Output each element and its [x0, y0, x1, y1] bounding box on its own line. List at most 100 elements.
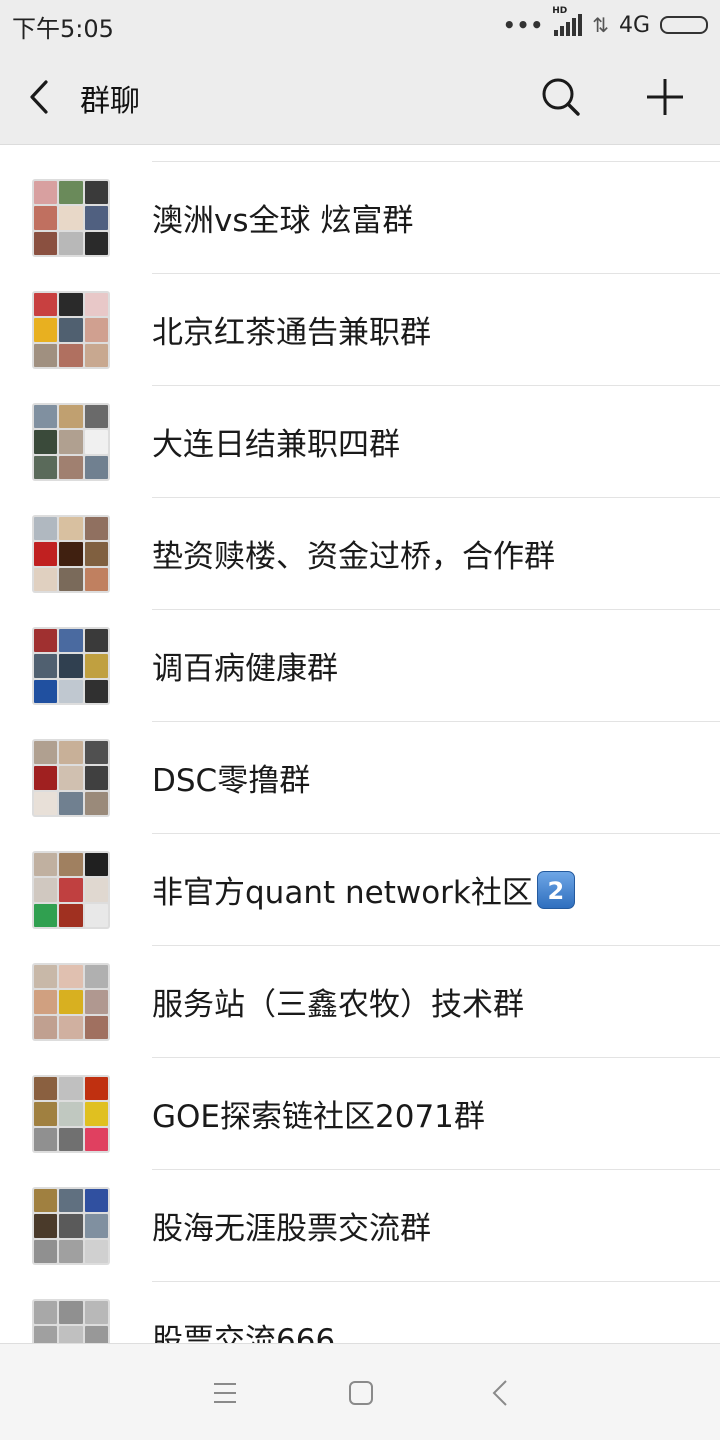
member-avatar-thumb	[34, 343, 58, 367]
group-list-item[interactable]: GOE探索链社区2071群	[0, 1058, 720, 1170]
member-avatar-thumb	[34, 206, 58, 230]
member-avatar-thumb	[84, 1189, 108, 1213]
member-avatar-thumb	[59, 766, 83, 790]
more-notifications-icon: •••	[502, 13, 545, 37]
group-avatar	[32, 963, 110, 1041]
member-avatar-thumb	[34, 853, 58, 877]
group-name: 股票交流666	[152, 1315, 335, 1343]
group-name: 垫资赎楼、资金过桥，合作群	[152, 531, 555, 576]
member-avatar-thumb	[59, 654, 83, 678]
member-avatar-thumb	[59, 965, 83, 989]
member-avatar-thumb	[84, 181, 108, 205]
member-avatar-thumb	[84, 766, 108, 790]
member-avatar-thumb	[59, 679, 83, 703]
group-name: 澳洲vs全球 炫富群	[152, 195, 413, 240]
group-avatar	[32, 627, 110, 705]
system-back-button[interactable]	[488, 1378, 512, 1408]
member-avatar-thumb	[59, 878, 83, 902]
member-avatar-thumb	[84, 293, 108, 317]
group-list-item[interactable]	[0, 145, 720, 162]
battery-icon	[660, 16, 708, 34]
group-avatar	[32, 851, 110, 929]
add-button[interactable]	[640, 72, 690, 122]
member-avatar-thumb	[59, 903, 83, 927]
group-list-item[interactable]: 大连日结兼职四群	[0, 386, 720, 498]
member-avatar-thumb	[34, 542, 58, 566]
group-list-item[interactable]: 调百病健康群	[0, 610, 720, 722]
member-avatar-thumb	[84, 405, 108, 429]
group-list-item[interactable]: 北京红茶通告兼职群	[0, 274, 720, 386]
group-chat-list[interactable]: 澳洲vs全球 炫富群 北京红茶通告兼职群大连日结兼职四群垫资赎楼、资金过桥，合作群…	[0, 145, 720, 1343]
group-name: GOE探索链社区2071群	[152, 1091, 485, 1136]
page-title: 群聊	[80, 84, 140, 119]
member-avatar-thumb	[34, 629, 58, 653]
group-name-label: DSC零撸群	[152, 763, 311, 799]
member-avatar-thumb	[59, 1214, 83, 1238]
member-avatar-thumb	[84, 853, 108, 877]
member-avatar-thumb	[84, 878, 108, 902]
group-name: 股海无涯股票交流群	[152, 1203, 431, 1248]
member-avatar-thumb	[84, 1326, 108, 1343]
back-button[interactable]	[20, 72, 60, 122]
group-name: 服务站（三鑫农牧）技术群	[152, 979, 524, 1024]
member-avatar-thumb	[59, 1189, 83, 1213]
member-avatar-thumb	[84, 567, 108, 591]
search-button[interactable]	[536, 72, 586, 122]
member-avatar-thumb	[34, 1127, 58, 1151]
member-avatar-thumb	[84, 629, 108, 653]
member-avatar-thumb	[84, 1077, 108, 1101]
recent-apps-button[interactable]	[210, 1380, 240, 1406]
group-name-label: 垫资赎楼、资金过桥，合作群	[152, 539, 555, 575]
group-name-label: 非官方quant network社区	[152, 875, 533, 911]
group-name-label: 大连日结兼职四群	[152, 427, 400, 463]
group-list-item[interactable]: 股票交流666	[0, 1282, 720, 1343]
member-avatar-thumb	[84, 1214, 108, 1238]
member-avatar-thumb	[84, 741, 108, 765]
system-nav-bar	[0, 1343, 720, 1440]
member-avatar-thumb	[34, 293, 58, 317]
member-avatar-thumb	[34, 654, 58, 678]
group-chat-list-inner: 澳洲vs全球 炫富群 北京红茶通告兼职群大连日结兼职四群垫资赎楼、资金过桥，合作群…	[0, 145, 720, 1343]
group-avatar	[32, 515, 110, 593]
unread-count-badge: 2	[536, 870, 575, 909]
back-triangle-icon	[492, 1380, 507, 1406]
member-avatar-thumb	[59, 1102, 83, 1126]
member-avatar-thumb	[34, 1326, 58, 1343]
member-avatar-thumb	[59, 343, 83, 367]
member-avatar-thumb	[59, 293, 83, 317]
member-avatar-thumb	[34, 903, 58, 927]
status-time: 下午5:05	[12, 15, 114, 43]
member-avatar-thumb	[59, 1239, 83, 1263]
home-icon	[349, 1381, 373, 1405]
group-list-item[interactable]: 非官方quant network社区 2	[0, 834, 720, 946]
chevron-left-icon	[30, 80, 48, 114]
group-list-item[interactable]: 服务站（三鑫农牧）技术群	[0, 946, 720, 1058]
member-avatar-thumb	[34, 181, 58, 205]
group-list-item[interactable]: 股海无涯股票交流群	[0, 1170, 720, 1282]
menu-icon	[214, 1383, 236, 1403]
member-avatar-thumb	[34, 567, 58, 591]
member-avatar-thumb	[34, 1015, 58, 1039]
group-name: 调百病健康群	[152, 643, 338, 688]
group-name: 非官方quant network社区 2	[152, 867, 575, 912]
status-icons: ••• HD ⇅ 4G	[502, 6, 708, 42]
member-avatar-thumb	[34, 1077, 58, 1101]
group-list-item[interactable]: 垫资赎楼、资金过桥，合作群	[0, 498, 720, 610]
group-name: 北京红茶通告兼职群	[152, 307, 431, 352]
group-list-item[interactable]: 澳洲vs全球 炫富群	[0, 162, 720, 274]
member-avatar-thumb	[59, 206, 83, 230]
member-avatar-thumb	[59, 455, 83, 479]
member-avatar-thumb	[84, 318, 108, 342]
group-list-item[interactable]: DSC零撸群	[0, 722, 720, 834]
member-avatar-thumb	[34, 231, 58, 255]
group-avatar	[32, 1075, 110, 1153]
group-avatar	[32, 1299, 110, 1343]
group-name-label: GOE探索链社区2071群	[152, 1099, 485, 1135]
member-avatar-thumb	[84, 679, 108, 703]
home-button[interactable]	[348, 1380, 374, 1406]
member-avatar-thumb	[34, 517, 58, 541]
member-avatar-thumb	[59, 430, 83, 454]
member-avatar-thumb	[59, 853, 83, 877]
member-avatar-thumb	[34, 1239, 58, 1263]
group-name-label: 调百病健康群	[152, 651, 338, 687]
